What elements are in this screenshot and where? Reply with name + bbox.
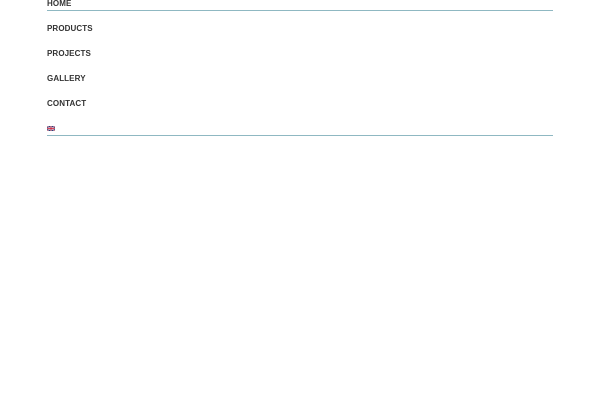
nav-item-products[interactable]: PRODUCTS — [47, 21, 93, 37]
nav-divider-bottom — [47, 135, 553, 136]
nav-item-projects[interactable]: PROJECTS — [47, 46, 91, 62]
nav-item-gallery[interactable]: GALLERY — [47, 71, 86, 87]
uk-flag-icon[interactable] — [47, 126, 55, 131]
nav-item-contact[interactable]: CONTACT — [47, 96, 86, 112]
nav-divider-top — [47, 10, 553, 11]
